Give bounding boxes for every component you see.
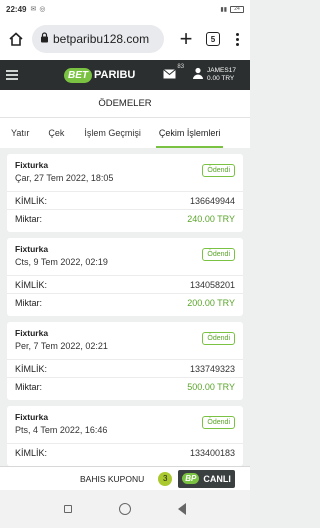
kimlik-value: 136649944 — [189, 196, 235, 206]
transaction-date: Pts, 4 Tem 2022, 16:46 — [15, 425, 108, 435]
status-time: 22:49 — [6, 4, 27, 14]
amount-label: Miktar: — [15, 382, 42, 392]
kimlik-value: 134058201 — [189, 280, 235, 290]
tab-switcher-button[interactable]: 5 — [206, 32, 220, 46]
payment-method: Fixturka — [15, 160, 49, 170]
url-bar[interactable]: betparibu128.com — [32, 25, 164, 53]
live-logo: BP — [182, 473, 200, 484]
kimlik-row: KİMLİK: 134058201 — [7, 275, 243, 293]
kimlik-label: KİMLİK: — [15, 448, 48, 458]
logo-bet: BET — [64, 67, 92, 83]
page-title: ÖDEMELER — [0, 90, 250, 118]
kimlik-value: 133400183 — [189, 448, 235, 458]
transaction-card: Fixturka Cts, 9 Tem 2022, 02:19 Ödendi K… — [7, 238, 243, 316]
browser-menu-icon[interactable] — [232, 32, 242, 46]
tab-cek[interactable]: Çek — [48, 118, 64, 148]
tab-cekim-islemleri[interactable]: Çekim İşlemleri — [155, 118, 224, 148]
live-button[interactable]: BP CANLI — [178, 469, 235, 488]
kimlik-row: KİMLİK: 136649944 — [7, 191, 243, 209]
kimlik-label: KİMLİK: — [15, 196, 48, 206]
bet-coupon-bar[interactable]: BAHIS KUPONU 3 BP CANLI — [0, 466, 250, 490]
transaction-card: Fixturka Pts, 4 Tem 2022, 16:46 Ödendi K… — [7, 406, 243, 466]
status-badge: Ödendi — [202, 332, 235, 345]
kimlik-value: 133749323 — [189, 364, 235, 374]
user-account-button[interactable]: JAMES17 0.00 TRY — [192, 66, 236, 84]
message-count: 83 — [177, 64, 185, 70]
amount-row: Miktar: 200.00 TRY — [7, 293, 243, 311]
home-icon[interactable] — [6, 29, 26, 49]
system-icons: ▮▮ 24 — [220, 5, 244, 13]
menu-icon[interactable] — [6, 70, 18, 80]
lock-icon — [40, 30, 49, 48]
status-badge: Ödendi — [202, 416, 235, 429]
system-nav-bar — [0, 490, 250, 528]
kimlik-label: KİMLİK: — [15, 364, 48, 374]
kimlik-label: KİMLİK: — [15, 280, 48, 290]
amount-row: Miktar: 500.00 TRY — [7, 377, 243, 395]
amount-value: 240.00 TRY — [187, 214, 235, 224]
signal-icon: ▮▮ — [220, 6, 227, 13]
battery-icon: 24 — [230, 5, 244, 13]
amount-label: Miktar: — [15, 298, 42, 308]
bet-coupon-label: BAHIS KUPONU — [80, 473, 145, 484]
status-badge: Ödendi — [202, 248, 235, 261]
message-notification-icon: ✉ — [30, 6, 37, 13]
transaction-card: Fixturka Per, 7 Tem 2022, 02:21 Ödendi K… — [7, 322, 243, 400]
tab-yatir[interactable]: Yatır — [11, 118, 29, 148]
logo-name: PARIBU — [94, 69, 136, 81]
username: JAMES17 — [207, 67, 236, 74]
transaction-date: Per, 7 Tem 2022, 02:21 — [15, 341, 108, 351]
notification-icons: ✉ ◎ — [30, 5, 45, 13]
url-text: betparibu128.com — [53, 32, 150, 46]
status-badge: Ödendi — [202, 164, 235, 177]
new-tab-icon[interactable]: + — [176, 28, 196, 50]
balance: 0.00 TRY — [207, 75, 235, 82]
recents-icon[interactable] — [63, 505, 72, 513]
messages-button[interactable]: 83 — [163, 64, 185, 84]
app-header: BET PARIBU 83 JAMES17 0.00 TRY — [0, 60, 250, 90]
browser-toolbar: betparibu128.com + 5 — [0, 18, 250, 60]
circle-home-icon[interactable] — [118, 503, 131, 515]
envelope-icon — [163, 66, 177, 84]
kimlik-row: KİMLİK: 133749323 — [7, 359, 243, 377]
back-icon[interactable] — [178, 503, 187, 515]
tab-islem-gecmisi[interactable]: İşlem Geçmişi — [84, 118, 141, 148]
transaction-card: Fixturka Çar, 27 Tem 2022, 18:05 Ödendi … — [7, 154, 243, 232]
site-logo[interactable]: BET PARIBU — [64, 67, 136, 83]
amount-row: Miktar: 240.00 TRY — [7, 209, 243, 227]
live-label: CANLI — [203, 473, 231, 484]
kimlik-row: KİMLİK: 133400183 — [7, 443, 243, 461]
status-bar: 22:49 ✉ ◎ ▮▮ 24 — [0, 0, 250, 18]
transaction-date: Cts, 9 Tem 2022, 02:19 — [15, 257, 108, 267]
user-icon — [192, 66, 204, 84]
transaction-date: Çar, 27 Tem 2022, 18:05 — [15, 173, 114, 183]
whatsapp-notification-icon: ◎ — [39, 6, 46, 13]
bet-coupon-count: 3 — [158, 471, 173, 486]
amount-value: 200.00 TRY — [187, 298, 235, 308]
amount-value: 500.00 TRY — [187, 382, 235, 392]
payment-method: Fixturka — [15, 412, 49, 422]
amount-label: Miktar: — [15, 214, 42, 224]
payment-method: Fixturka — [15, 328, 49, 338]
payment-method: Fixturka — [15, 244, 49, 254]
tab-bar: Yatır Çek İşlem Geçmişi Çekim İşlemleri — [0, 118, 250, 148]
